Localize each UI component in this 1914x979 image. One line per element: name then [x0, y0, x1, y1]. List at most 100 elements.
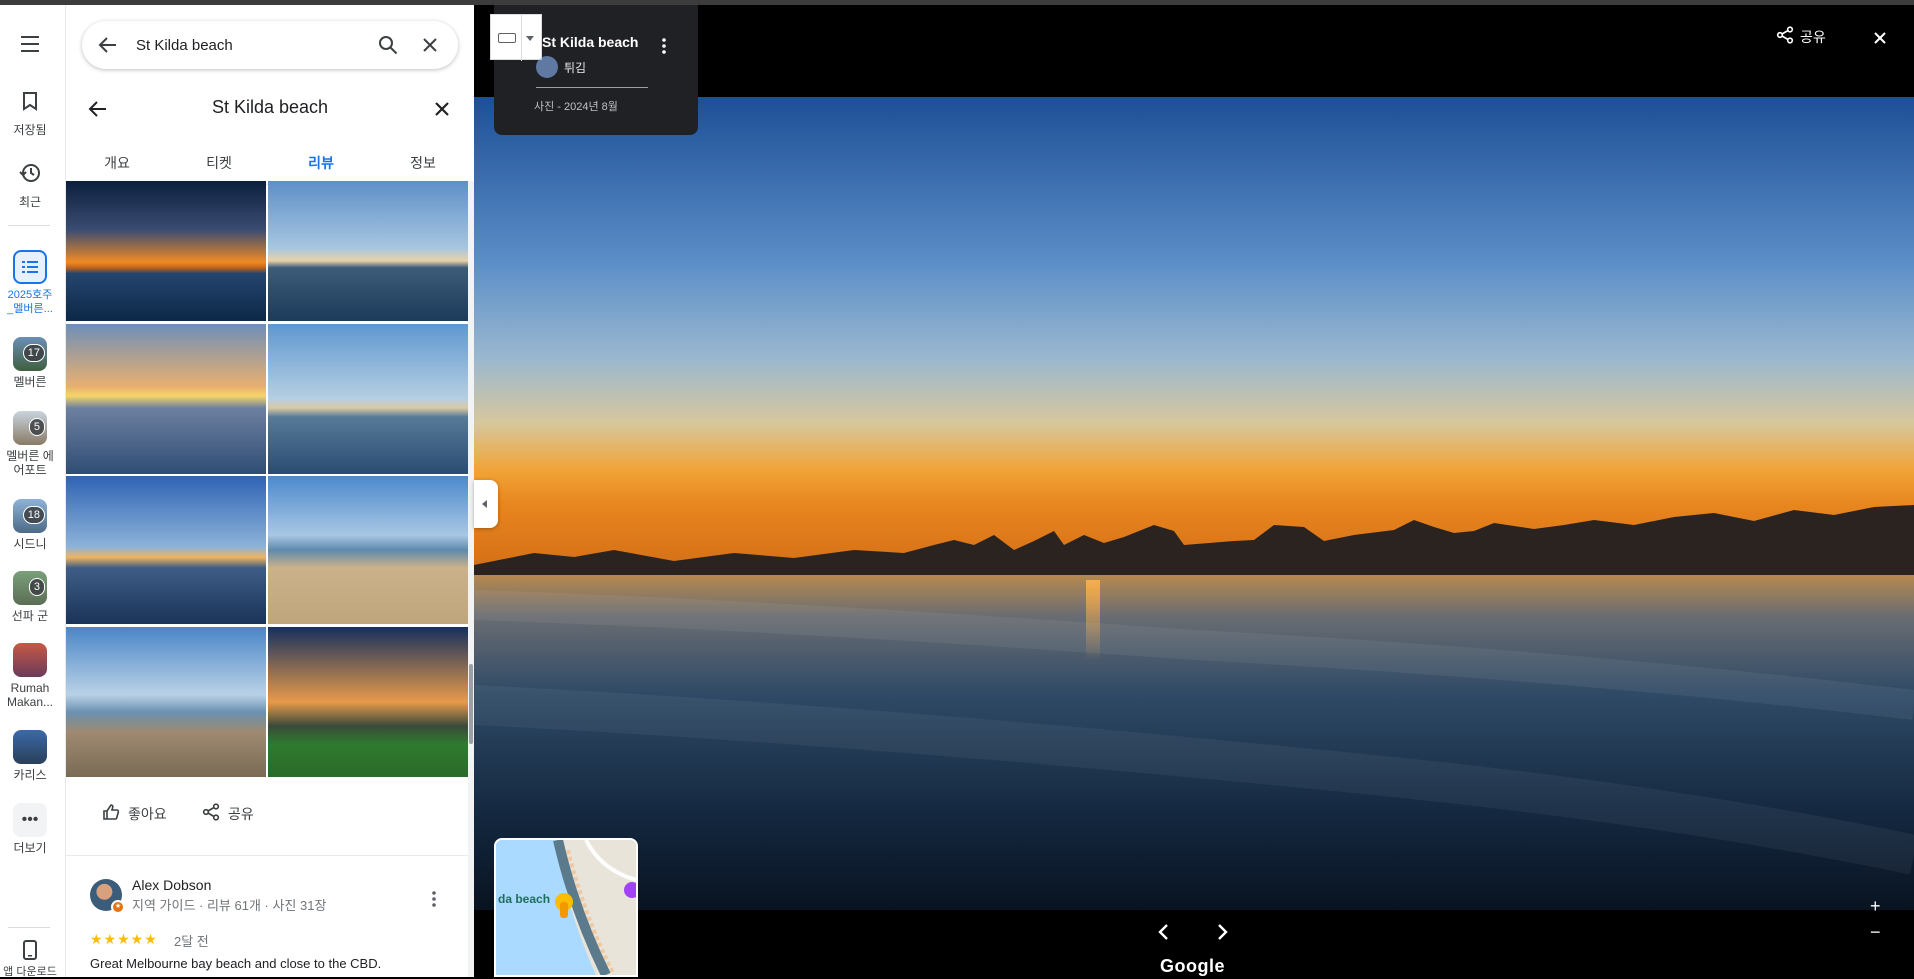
search-input[interactable]: [136, 33, 336, 57]
rail-list-label: 멜버른 에 어포트: [6, 449, 54, 477]
place-tabs: 개요 티켓 리뷰 정보: [66, 145, 474, 185]
next-photo-button[interactable]: [1210, 920, 1234, 944]
back-arrow-icon[interactable]: [86, 97, 110, 121]
more-vert-icon[interactable]: [656, 36, 672, 56]
history-icon: [12, 155, 48, 191]
rail-list-label: 카리스: [13, 768, 47, 782]
photo-author[interactable]: 튀김: [536, 56, 586, 78]
list-count-badge: 5: [28, 418, 45, 436]
viewer-place-title[interactable]: St Kilda beach: [542, 34, 638, 50]
place-panel: St Kilda beach 개요 티켓 리뷰 정보 좋아요 공유: [66, 5, 474, 977]
review-text: Great Melbourne bay beach and close to t…: [90, 956, 382, 971]
rail-list-rumah-makan[interactable]: Rumah Makan...: [0, 643, 60, 709]
left-rail: 저장됨 최근 2025호주 _멜버른... 17 멜버른 5 멜버른 에 어포트…: [0, 5, 66, 979]
review-photo[interactable]: [66, 627, 266, 777]
panel-header: St Kilda beach: [66, 87, 474, 131]
viewer-share-label: 공유: [1800, 28, 1826, 45]
list-thumbnail: [13, 730, 47, 764]
reviewer-name[interactable]: Alex Dobson: [132, 877, 211, 893]
rating-stars: ★★★★★: [90, 931, 158, 947]
rail-recent[interactable]: 최근: [0, 155, 60, 209]
list-thumbnail: 3: [13, 571, 47, 605]
rail-list-sydney[interactable]: 18 시드니: [0, 499, 60, 551]
clear-search-icon[interactable]: [418, 33, 442, 57]
bookmark-icon: [12, 83, 48, 119]
author-underline: [536, 87, 648, 88]
list-count-badge: 18: [22, 506, 45, 524]
rail-more[interactable]: ••• 더보기: [0, 803, 60, 855]
list-thumbnail: 17: [13, 337, 47, 371]
photo-date: 사진 - 2024년 8월: [534, 101, 618, 113]
list-thumbnail: [13, 643, 47, 677]
avatar: [536, 56, 558, 78]
rail-download[interactable]: 앱 다운로드: [0, 937, 60, 979]
list-thumbnail: 18: [13, 499, 47, 533]
scrollbar-thumb[interactable]: [469, 664, 473, 744]
local-guide-icon: ★: [111, 900, 125, 914]
review-photo[interactable]: [66, 476, 266, 624]
search-box: [82, 21, 458, 69]
section-divider: [66, 855, 468, 856]
rail-recent-label: 최근: [18, 195, 42, 209]
rail-list-label: 선파 군: [11, 609, 49, 623]
tab-overview[interactable]: 개요: [66, 145, 168, 184]
chevron-down-icon: [526, 36, 534, 41]
rail-saved[interactable]: 저장됨: [0, 83, 60, 137]
back-arrow-icon[interactable]: [96, 33, 120, 57]
review-photo[interactable]: [66, 181, 266, 321]
share-icon: [202, 803, 220, 824]
thumb-up-icon: [102, 803, 120, 824]
rail-list-charis[interactable]: 카리스: [0, 730, 60, 782]
review-photo[interactable]: [268, 627, 468, 777]
review-photo[interactable]: [268, 476, 468, 624]
rail-list-label: 시드니: [13, 537, 47, 551]
main-photo[interactable]: [474, 5, 1914, 977]
review-date: 2달 전: [174, 934, 209, 949]
share-icon: [1776, 26, 1794, 47]
close-icon[interactable]: [430, 97, 454, 121]
list-icon: [13, 250, 47, 284]
zoom-out-button[interactable]: −: [1870, 922, 1881, 943]
rail-saved-label: 저장됨: [13, 123, 47, 137]
rail-list-sunpa[interactable]: 3 선파 군: [0, 571, 60, 623]
rail-list-2025[interactable]: 2025호주 _멜버른...: [0, 250, 60, 316]
tab-tickets[interactable]: 티켓: [168, 145, 270, 184]
mini-map[interactable]: da beach: [494, 838, 638, 977]
collapse-panel-button[interactable]: [474, 480, 498, 528]
review-photo[interactable]: [268, 181, 468, 321]
rail-list-label: 2025호주 _멜버른...: [7, 289, 53, 315]
tab-reviews[interactable]: 리뷰: [270, 145, 372, 185]
rail-more-label: 더보기: [13, 841, 47, 855]
more-horiz-icon: •••: [13, 803, 47, 837]
rail-list-label: Rumah Makan...: [6, 681, 54, 709]
avatar[interactable]: ★: [90, 879, 125, 914]
phone-icon: [12, 937, 48, 963]
like-button[interactable]: 좋아요: [102, 803, 167, 824]
review-photo[interactable]: [66, 324, 266, 474]
rail-list-melbourne[interactable]: 17 멜버른: [0, 337, 60, 389]
photo-viewer: [474, 5, 1914, 977]
mini-map-label: da beach: [498, 892, 551, 906]
search-icon[interactable]: [376, 33, 400, 57]
keyboard-shortcuts-button[interactable]: [490, 14, 542, 61]
share-button[interactable]: 공유: [202, 803, 254, 824]
close-icon[interactable]: [1868, 26, 1892, 50]
keyboard-icon: [498, 33, 516, 43]
more-vert-icon[interactable]: [426, 889, 442, 909]
google-logo: Google: [1160, 956, 1225, 976]
menu-button[interactable]: [15, 29, 45, 59]
viewer-share-button[interactable]: 공유: [1776, 26, 1826, 47]
share-label: 공유: [228, 805, 254, 822]
rail-divider: [8, 225, 50, 226]
list-count-badge: 17: [22, 344, 45, 362]
previous-photo-button[interactable]: [1152, 920, 1176, 944]
rail-list-melbourne-airport[interactable]: 5 멜버른 에 어포트: [0, 411, 60, 477]
review-actions: 좋아요 공유: [66, 785, 468, 845]
zoom-in-button[interactable]: +: [1870, 896, 1881, 917]
list-count-badge: 3: [28, 578, 45, 596]
tab-about[interactable]: 정보: [372, 145, 474, 184]
reviewer-meta: 지역 가이드 · 리뷰 61개 · 사진 31장: [132, 898, 327, 913]
rail-list-label: 멜버른: [13, 375, 47, 389]
review-photo[interactable]: [268, 324, 468, 474]
list-thumbnail: 5: [13, 411, 47, 445]
